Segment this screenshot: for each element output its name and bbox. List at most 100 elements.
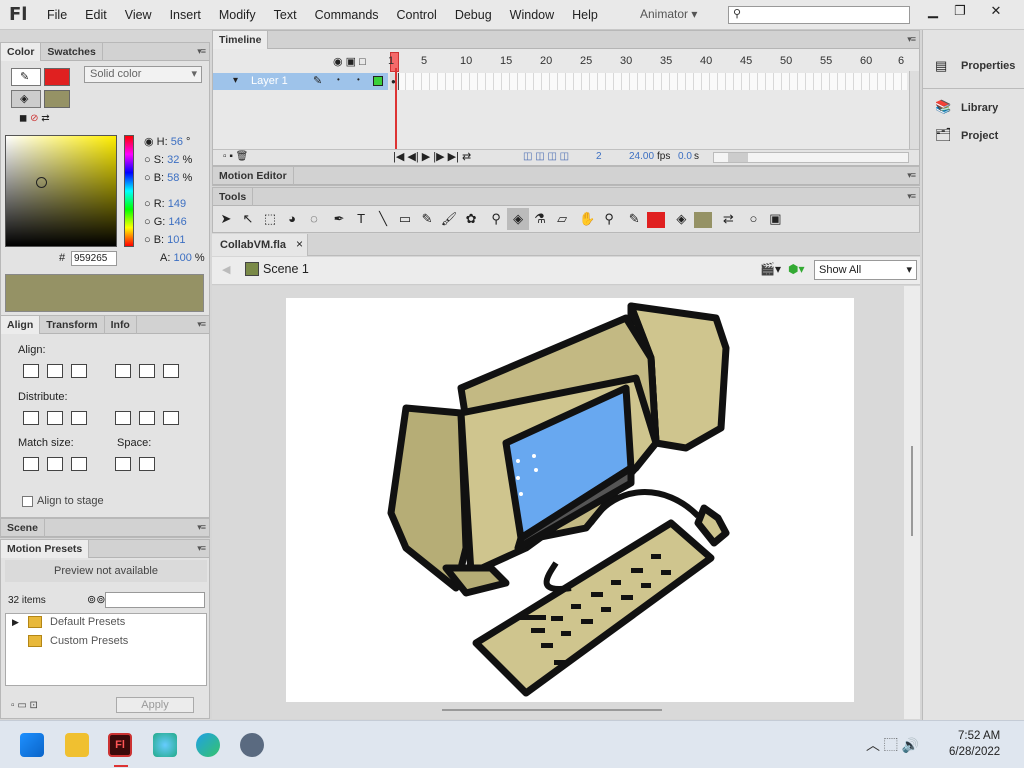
pen-tool-icon[interactable]: ✒ (328, 208, 350, 230)
tab-transform[interactable]: Transform (40, 315, 105, 334)
color-tools-icons[interactable]: ◼ ⊘ ⇄ (19, 113, 50, 124)
panel-menu-icon[interactable]: ▾≡ (907, 170, 916, 181)
brush-tool-icon[interactable]: 🖌 (438, 208, 460, 230)
tab-info[interactable]: Info (105, 315, 137, 334)
layer-outline-color[interactable] (373, 76, 383, 86)
alpha-value[interactable]: 100 (173, 252, 191, 264)
hex-input[interactable]: 959265 (71, 251, 117, 266)
line-tool-icon[interactable]: ╲ (372, 208, 394, 230)
green-row[interactable]: ○ G: 146 (144, 213, 210, 231)
subselect-tool-icon[interactable]: ↖ (237, 208, 259, 230)
blue-value[interactable]: 101 (167, 234, 185, 246)
current-frame[interactable]: 2 (596, 151, 602, 162)
back-arrow-icon[interactable]: ◀ (222, 263, 230, 276)
frame-rate[interactable]: 24.00 (629, 151, 654, 162)
space-vertical-icon[interactable] (115, 457, 132, 471)
blue-row[interactable]: ○ B: 101 (144, 231, 210, 249)
distribute-vcenter-icon[interactable] (47, 411, 63, 425)
align-right-icon[interactable] (71, 364, 87, 378)
hue-slider[interactable] (124, 135, 134, 247)
tab-motion-presets[interactable]: Motion Presets (1, 539, 90, 558)
panel-menu-icon[interactable]: ▾≡ (197, 522, 206, 533)
hue-row[interactable]: ◉ H: 56 ° (144, 133, 210, 151)
flash-app-icon[interactable]: Fl (108, 733, 132, 757)
brightness-value[interactable]: 58 (167, 172, 179, 184)
align-top-icon[interactable] (115, 364, 132, 378)
panel-menu-icon[interactable]: ▾≡ (907, 34, 916, 45)
stroke-color-toggle[interactable]: ✎ (11, 68, 41, 86)
snap-icon[interactable]: ▣ (764, 208, 786, 230)
match-height-icon[interactable] (47, 457, 63, 471)
minimize-button[interactable]: ▁ (921, 3, 945, 23)
stroke-color-swatch[interactable] (44, 68, 70, 86)
paint-bucket-tool-icon[interactable]: ◈ (507, 208, 530, 230)
saturation-value[interactable]: 32 (167, 154, 179, 166)
close-icon[interactable]: × (296, 237, 303, 251)
align-bottom-icon[interactable] (163, 364, 180, 378)
file-explorer-icon[interactable] (65, 733, 89, 757)
tab-color[interactable]: Color (1, 42, 42, 61)
align-left-icon[interactable] (23, 364, 39, 378)
align-hcenter-icon[interactable] (47, 364, 63, 378)
tab-tools[interactable]: Tools (213, 187, 254, 206)
rectangle-tool-icon[interactable]: ▭ (394, 208, 416, 230)
tab-align[interactable]: Align (1, 315, 41, 334)
computer-drawing[interactable] (286, 298, 854, 702)
stage-vscroll[interactable] (904, 286, 920, 719)
tab-motion-editor[interactable]: Motion Editor (213, 166, 294, 185)
saturation-row[interactable]: ○ S: 32 % (144, 151, 210, 169)
playback-controls[interactable]: |◀ ◀| ▶ |▶ ▶| ⇄ (393, 150, 471, 163)
pencil-tool-icon[interactable]: ✎ (416, 208, 438, 230)
clock-time[interactable]: 7:52 AM (958, 730, 1000, 742)
close-button[interactable]: ✕ (984, 3, 1008, 23)
eye-icon[interactable]: ◉ (333, 56, 343, 68)
deco-tool-icon[interactable]: ✿ (460, 208, 482, 230)
hue-value[interactable]: 56 (171, 136, 183, 148)
layer-visible-dot[interactable]: • (337, 75, 340, 84)
apply-button[interactable]: Apply (116, 697, 194, 713)
selection-tool-icon[interactable]: ➤ (215, 208, 237, 230)
match-both-icon[interactable] (71, 457, 87, 471)
distribute-hcenter-icon[interactable] (139, 411, 156, 425)
bone-tool-icon[interactable]: ⚲ (485, 208, 507, 230)
fill-color-icon[interactable]: ◈ (670, 208, 692, 230)
stage-hscroll-thumb[interactable] (442, 709, 662, 711)
align-vcenter-icon[interactable] (139, 364, 156, 378)
menu-commands[interactable]: Commands (306, 8, 388, 22)
brightness-row[interactable]: ○ B: 58 % (144, 169, 210, 187)
menu-insert[interactable]: Insert (161, 8, 210, 22)
stroke-color-swatch[interactable] (645, 208, 667, 230)
space-horizontal-icon[interactable] (139, 457, 156, 471)
menu-help[interactable]: Help (563, 8, 607, 22)
zoom-tool-icon[interactable]: ⚲ (598, 208, 620, 230)
fill-color-toggle[interactable]: ◈ (11, 90, 41, 108)
saturation-brightness-picker[interactable] (5, 135, 117, 247)
library-button[interactable]: 📚 Library (931, 98, 1021, 118)
swap-colors-icon[interactable]: ⇄ (717, 208, 739, 230)
timeline-vscroll[interactable] (909, 71, 919, 151)
menu-debug[interactable]: Debug (446, 8, 501, 22)
scroll-thumb[interactable] (911, 446, 913, 536)
layer-lock-dot[interactable]: • (357, 75, 360, 84)
menu-text[interactable]: Text (265, 8, 306, 22)
onion-skin-icons[interactable]: ◫ ◫ ◫ ◫ (523, 151, 569, 162)
eyedropper-tool-icon[interactable]: ⚗ (529, 208, 551, 230)
distribute-bottom-icon[interactable] (71, 411, 87, 425)
windows-start-icon[interactable] (20, 733, 44, 757)
clock-date[interactable]: 6/28/2022 (949, 746, 1000, 758)
text-tool-icon[interactable]: T (350, 208, 372, 230)
frame-cells[interactable]: ● (390, 73, 907, 90)
match-width-icon[interactable] (23, 457, 39, 471)
layer-row[interactable]: ▾ Layer 1 ✎ • • (213, 73, 388, 90)
green-value[interactable]: 146 (168, 216, 186, 228)
outline-icon[interactable]: □ (359, 56, 366, 68)
menu-view[interactable]: View (116, 8, 161, 22)
menu-window[interactable]: Window (501, 8, 563, 22)
panel-menu-icon[interactable]: ▾≡ (197, 319, 206, 330)
preset-actions[interactable]: ▫ ▭ ⊡ (11, 700, 38, 711)
lock-icon[interactable]: ▣ (346, 56, 356, 68)
free-transform-tool-icon[interactable]: ⬚ (259, 208, 281, 230)
object-drawing-icon[interactable]: ○ (742, 208, 764, 230)
edit-scene-icon[interactable]: 🎬▾ (760, 262, 781, 276)
expand-arrow-icon[interactable]: ▶ (12, 617, 19, 628)
